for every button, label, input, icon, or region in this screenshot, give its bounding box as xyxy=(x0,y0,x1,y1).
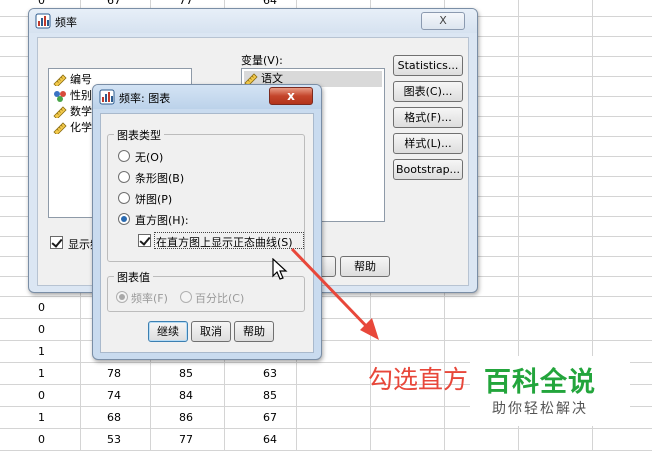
radio-label: 无(O) xyxy=(135,151,164,164)
grid-line xyxy=(0,428,652,429)
variable-label: 化学 xyxy=(70,121,92,134)
mouse-cursor-icon xyxy=(272,258,288,280)
charts-dialog: 频率: 图表 x 图表类型 无(O) 条形图(B) 饼图(P) 直方图(H): … xyxy=(92,84,322,360)
close-button[interactable]: X xyxy=(421,12,465,30)
table-cell[interactable]: 0 xyxy=(0,298,80,318)
variable-label: 编号 xyxy=(70,73,92,86)
variables-label: 变量(V): xyxy=(241,54,283,67)
list-item[interactable]: 数学 xyxy=(53,104,92,120)
dialog-title: 频率: 图表 xyxy=(119,92,171,105)
table-cell[interactable]: 0 xyxy=(0,386,80,406)
show-frequency-table-checkbox[interactable] xyxy=(50,236,63,249)
table-cell[interactable]: 77 xyxy=(150,430,222,450)
table-cell[interactable]: 86 xyxy=(150,408,222,428)
close-button[interactable]: x xyxy=(269,87,313,105)
table-cell[interactable]: 63 xyxy=(234,364,306,384)
table-cell[interactable]: 64 xyxy=(234,430,306,450)
table-cell[interactable]: 85 xyxy=(234,386,306,406)
radio-label: 直方图(H): xyxy=(135,214,189,227)
radio-label: 饼图(P) xyxy=(135,193,173,206)
watermark-logo: 百科全说 助你轻松解决 xyxy=(470,356,630,426)
help-button[interactable]: 帮助 xyxy=(234,321,274,342)
title-bar[interactable]: 频率: 图表 x xyxy=(93,85,321,109)
variable-label: 数学 xyxy=(70,105,92,118)
charts-button[interactable]: 图表(C)... xyxy=(393,81,463,102)
title-bar[interactable]: 频率 X xyxy=(29,9,477,33)
group-title: 图表类型 xyxy=(114,127,164,143)
radio-label: 条形图(B) xyxy=(135,172,185,185)
table-cell[interactable]: 1 xyxy=(0,408,80,428)
chart-type-group: 图表类型 无(O) 条形图(B) 饼图(P) 直方图(H): 在直方图上显示正态… xyxy=(107,127,305,262)
list-item[interactable]: 化学 xyxy=(53,120,92,136)
nominal-icon xyxy=(54,91,66,102)
table-cell[interactable]: 78 xyxy=(80,364,148,384)
cancel-button[interactable]: 取消 xyxy=(191,321,231,342)
table-cell[interactable]: 1 xyxy=(0,364,80,384)
radio-label: 频率(F) xyxy=(131,292,168,305)
radio-histogram[interactable] xyxy=(118,213,130,225)
table-cell[interactable]: 67 xyxy=(234,408,306,428)
annotation-text: 勾选直方 xyxy=(368,365,469,394)
bootstrap-button[interactable]: Bootstrap... xyxy=(393,159,463,180)
radio-pie-chart[interactable] xyxy=(118,192,130,204)
radio-bar-chart[interactable] xyxy=(118,171,130,183)
table-cell[interactable]: 0 xyxy=(0,320,80,340)
table-cell[interactable]: 84 xyxy=(150,386,222,406)
table-cell[interactable]: 0 xyxy=(0,430,80,450)
watermark-title: 百科全说 xyxy=(484,367,596,398)
group-title: 图表值 xyxy=(114,269,153,285)
table-cell[interactable]: 85 xyxy=(150,364,222,384)
normal-curve-checkbox[interactable] xyxy=(138,234,151,247)
radio-frequencies[interactable] xyxy=(116,291,128,303)
format-button[interactable]: 格式(F)... xyxy=(393,107,463,128)
radio-none[interactable] xyxy=(118,150,130,162)
style-button[interactable]: 样式(L)... xyxy=(393,133,463,154)
table-cell[interactable]: 1 xyxy=(0,342,80,362)
variable-label: 性别 xyxy=(70,89,92,102)
table-cell[interactable]: 74 xyxy=(80,386,148,406)
watermark-subtitle: 助你轻松解决 xyxy=(492,401,588,417)
list-item[interactable]: 性别 xyxy=(53,88,92,104)
continue-button[interactable]: 继续 xyxy=(148,321,188,342)
ruler-icon xyxy=(53,122,67,134)
radio-label: 百分比(C) xyxy=(195,292,245,305)
statistics-button[interactable]: Statistics... xyxy=(393,55,463,76)
table-cell[interactable]: 53 xyxy=(80,430,148,450)
ruler-icon xyxy=(53,106,67,118)
dialog-body: 图表类型 无(O) 条形图(B) 饼图(P) 直方图(H): 在直方图上显示正态… xyxy=(100,113,314,353)
radio-percentages[interactable] xyxy=(180,291,192,303)
table-cell[interactable]: 68 xyxy=(80,408,148,428)
spss-app-icon xyxy=(35,13,51,29)
ruler-icon xyxy=(53,74,67,86)
list-item[interactable]: 编号 xyxy=(53,72,92,88)
dialog-title: 频率 xyxy=(55,16,77,29)
spss-app-icon xyxy=(99,89,115,105)
help-button[interactable]: 帮助 xyxy=(340,256,390,277)
checkbox-label: 在直方图上显示正态曲线(S) xyxy=(156,236,293,249)
